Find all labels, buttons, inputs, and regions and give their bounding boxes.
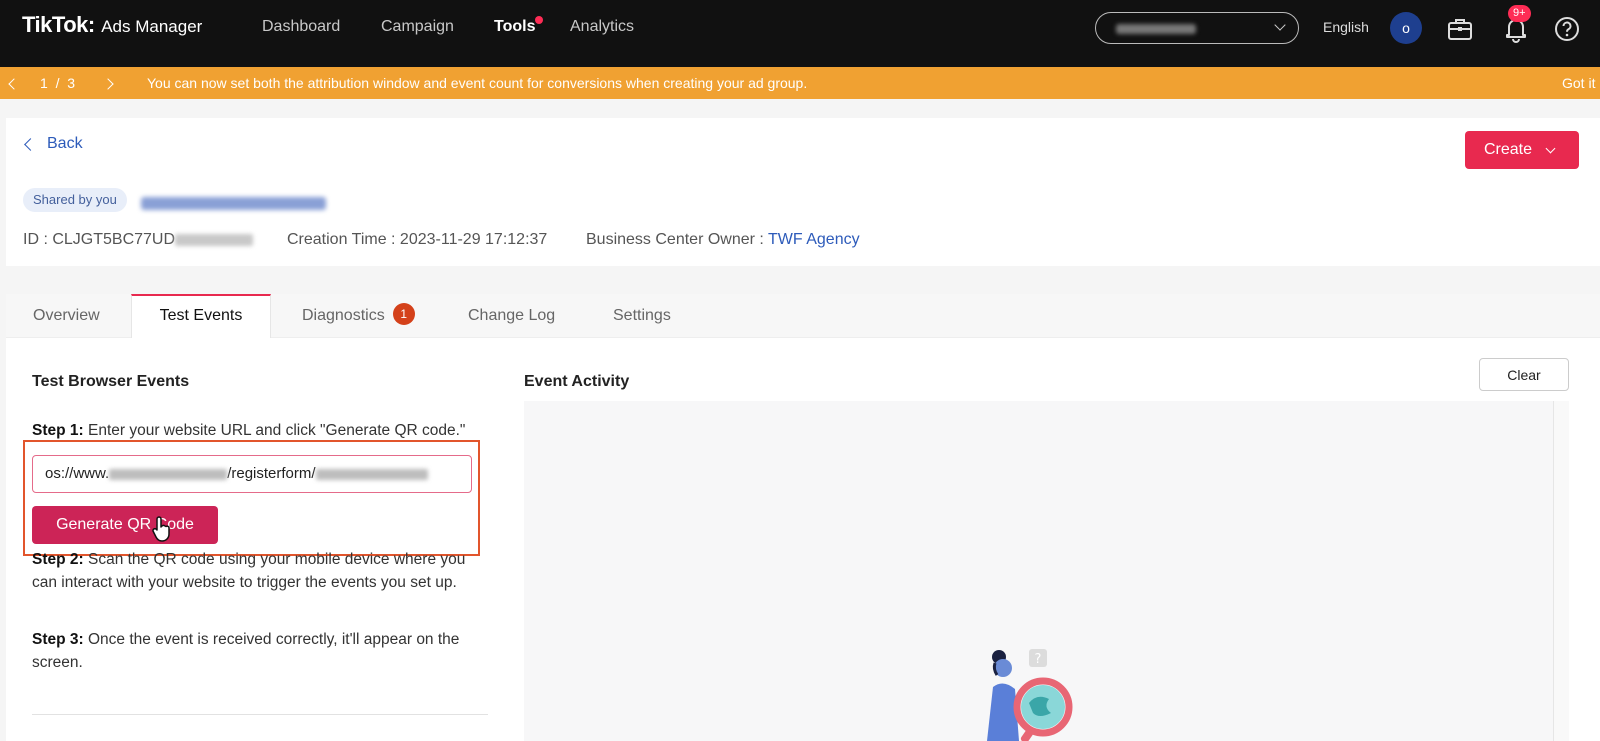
tab-settings[interactable]: Settings — [613, 294, 671, 338]
nav-campaign[interactable]: Campaign — [381, 18, 454, 36]
pixel-tabs: Overview Test Events Diagnostics 1 Change… — [6, 294, 1600, 338]
step-2-text: Scan the QR code using your mobile devic… — [32, 551, 466, 591]
url-path: /registerform/ — [227, 465, 316, 482]
nav-tools-dot — [535, 16, 544, 24]
pixel-id: ID : CLJGT5BC77UD — [23, 231, 254, 249]
pager-separator: / — [55, 75, 60, 91]
step-1-label: Step 1: — [32, 422, 84, 439]
website-url-input[interactable]: os://www. /registerform/ — [32, 455, 472, 493]
nav-analytics[interactable]: Analytics — [570, 18, 634, 36]
announcement-dismiss[interactable]: Got it — [1562, 75, 1595, 91]
step-1: Step 1: Enter your website URL and click… — [32, 419, 492, 442]
generate-qr-code-button[interactable]: Generate QR Code — [32, 506, 218, 544]
step-2-label: Step 2: — [32, 551, 84, 568]
business-center-owner: Business Center Owner : TWF Agency — [586, 231, 860, 249]
notification-badge: 9+ — [1508, 5, 1531, 22]
tab-change-log[interactable]: Change Log — [468, 294, 555, 338]
briefcase-icon[interactable] — [1443, 12, 1477, 46]
clear-button[interactable]: Clear — [1479, 358, 1569, 391]
tab-diagnostics-label: Diagnostics — [302, 307, 385, 324]
event-activity-area: ? — [524, 401, 1569, 741]
back-link[interactable]: Back — [24, 135, 83, 153]
help-icon[interactable] — [1550, 12, 1584, 46]
chevron-down-icon — [1545, 143, 1556, 154]
pixel-header-card: Back Create Shared by you ID : CLJGT5BC7… — [6, 118, 1600, 266]
test-browser-events-title: Test Browser Events — [32, 373, 190, 390]
scrollbar[interactable] — [1553, 401, 1569, 741]
owner-link[interactable]: TWF Agency — [768, 231, 860, 248]
url-domain-redacted — [109, 468, 228, 480]
chevron-left-icon — [24, 137, 37, 151]
tab-diagnostics[interactable]: Diagnostics 1 — [302, 294, 415, 338]
language-switch[interactable]: English — [1323, 19, 1369, 35]
nav-dashboard[interactable]: Dashboard — [262, 18, 340, 36]
nav-tools[interactable]: Tools — [494, 16, 544, 36]
step-1-text: Enter your website URL and click "Genera… — [83, 422, 466, 439]
step-3: Step 3: Once the event is received corre… — [32, 628, 472, 674]
step-3-text: Once the event is received correctly, it… — [32, 631, 460, 671]
tab-overview[interactable]: Overview — [33, 294, 100, 338]
section-divider — [32, 714, 488, 715]
pixel-name-redacted — [141, 197, 326, 210]
create-label: Create — [1484, 141, 1533, 158]
chevron-right-icon — [102, 78, 114, 90]
announcement-pager: 1 / 3 — [40, 75, 75, 91]
step-3-label: Step 3: — [32, 631, 84, 648]
announcement-next[interactable] — [102, 75, 114, 91]
shared-tag: Shared by you — [23, 188, 127, 212]
announcement-message: You can now set both the attribution win… — [147, 75, 808, 91]
account-name-redacted — [1116, 24, 1196, 34]
test-events-panel: Test Browser Events Step 1: Enter your w… — [6, 338, 1600, 741]
top-nav: TikTok : Ads Manager Dashboard Campaign … — [0, 0, 1600, 67]
tiktok-ads-logo[interactable]: TikTok : Ads Manager — [22, 12, 202, 38]
creation-time: Creation Time : 2023-11-29 17:12:37 — [287, 231, 548, 248]
pixel-id-label: ID : CLJGT5BC77UD — [23, 231, 176, 248]
url-prefix: os://www. — [45, 465, 110, 482]
create-button[interactable]: Create — [1465, 131, 1579, 169]
url-tail-redacted — [315, 468, 428, 480]
nav-tools-label: Tools — [494, 18, 536, 35]
chevron-left-icon — [8, 78, 20, 90]
pager-total: 3 — [67, 75, 76, 91]
pixel-id-redacted — [175, 233, 254, 246]
back-label: Back — [47, 135, 83, 152]
svg-text:?: ? — [1035, 652, 1042, 667]
user-avatar[interactable]: o — [1390, 12, 1422, 44]
hand-cursor-icon — [152, 516, 170, 542]
step-2: Step 2: Scan the QR code using your mobi… — [32, 548, 472, 594]
event-activity-title: Event Activity — [524, 373, 630, 390]
chevron-down-icon — [1274, 19, 1286, 31]
owner-label: Business Center Owner : — [586, 231, 769, 248]
empty-state-illustration: ? — [987, 649, 1073, 741]
diagnostics-badge: 1 — [392, 303, 415, 325]
account-selector[interactable] — [1095, 12, 1299, 44]
announcement-prev[interactable] — [8, 75, 20, 91]
pager-current: 1 — [40, 75, 48, 91]
tab-test-events[interactable]: Test Events — [131, 294, 271, 338]
announcement-bar: 1 / 3 You can now set both the attributi… — [0, 67, 1600, 99]
